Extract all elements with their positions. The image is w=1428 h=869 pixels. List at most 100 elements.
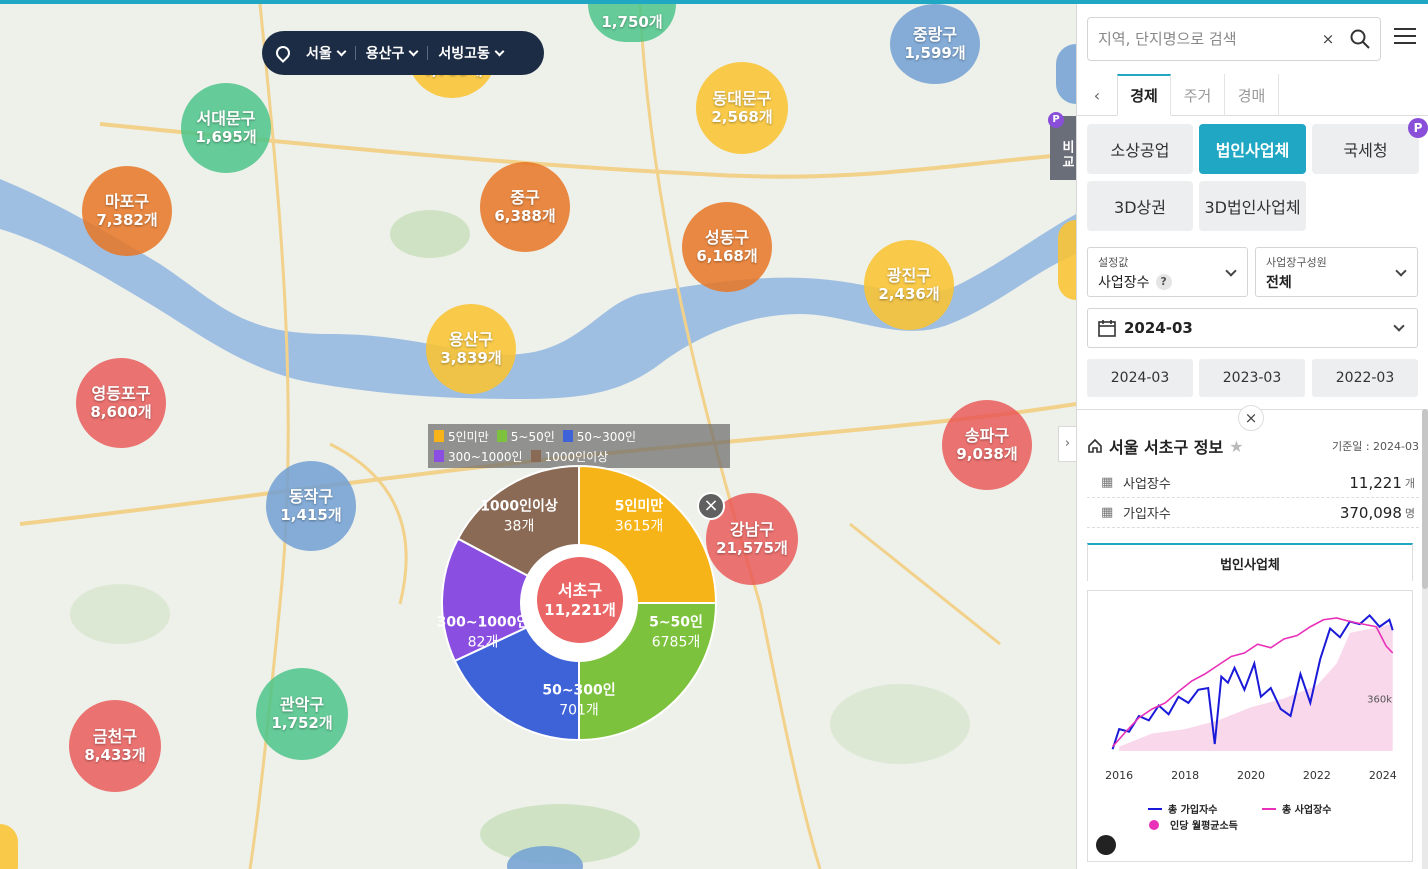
bubble-yongsan[interactable]: 용산구 3,839개	[426, 304, 516, 394]
bubble-geumcheon[interactable]: 금천구 8,433개	[69, 700, 161, 792]
segment-value: 6785개	[651, 635, 701, 651]
member-select[interactable]: 사업장구성원 전체	[1255, 247, 1418, 297]
legend-item: 5~50인	[496, 427, 555, 445]
segment-value: 38개	[503, 519, 535, 535]
premium-badge-icon: P	[1408, 118, 1428, 138]
segment-name: 5~50인	[649, 614, 703, 631]
segment-value: 82개	[467, 635, 499, 651]
search-icon[interactable]	[1350, 29, 1370, 49]
trend-chart-svg: 360k 2016 2018 2020 2022 2024 총 가입자수 총 사업장수인당 월…	[1096, 613, 1397, 855]
search-input[interactable]	[1098, 30, 1318, 48]
bubble-seodaemun[interactable]: 서대문구 1,695개	[181, 83, 271, 173]
search-box: ×	[1087, 17, 1381, 61]
legend-swatch	[530, 450, 541, 462]
tab-housing[interactable]: 주거	[1171, 74, 1225, 116]
close-donut-button[interactable]: ×	[697, 492, 725, 520]
quick-date-2024[interactable]: 2024-03	[1087, 359, 1193, 397]
info-row-subscribers: ▦ 가입자수 370,098 명	[1087, 498, 1419, 528]
collapse-panel-button[interactable]: ›	[1058, 426, 1076, 462]
setting-select[interactable]: 설정값 사업장수?	[1087, 247, 1248, 297]
x-tick-label: 2020	[1237, 769, 1265, 782]
chevron-down-icon	[1393, 320, 1405, 332]
segment-value: 701개	[559, 703, 599, 719]
bubble-songpa[interactable]: 송파구 9,038개	[942, 400, 1032, 490]
bubble-jung[interactable]: 중구 6,388개	[480, 162, 570, 252]
bubble-dongjak[interactable]: 동작구 1,415개	[266, 461, 356, 551]
donut-total: 11,221개	[544, 600, 616, 619]
bubble-mapo[interactable]: 마포구 7,382개	[82, 166, 172, 256]
chart-legend-label: 총 사업장수	[1282, 803, 1331, 816]
income-area	[1119, 624, 1393, 751]
chart-legend-label: 총 가입자수	[1168, 803, 1217, 816]
legend-item: 5인미만	[434, 427, 489, 445]
legend-item: 1000인이상	[530, 447, 608, 465]
donut-segment-label: 50~300인 701개	[542, 681, 615, 722]
chart-tab-corporate[interactable]: 법인사업체	[1087, 543, 1413, 581]
clear-icon[interactable]: ×	[1318, 29, 1338, 49]
pin-icon	[273, 43, 293, 63]
legend-item: 300~1000인	[434, 447, 523, 465]
location-district[interactable]: 용산구	[356, 43, 428, 63]
legend-swatch	[562, 430, 573, 442]
bubble-seongdong[interactable]: 성동구 6,168개	[682, 202, 772, 292]
app-root: 서대문구 1,695개 마포구 7,382개 중구 6,388개 동대문구 2,568개…	[0, 0, 1428, 869]
bubble-partial-right-1[interactable]	[1056, 44, 1076, 104]
location-city[interactable]: 서울	[296, 43, 355, 63]
segment-name: 1000인이상	[480, 498, 558, 515]
side-panel: × ‹ 경제 주거 경매 소상공업 법인사업체 국세청 P 3D상권 3D법인사…	[1076, 4, 1428, 869]
district-info: 서울 서초구 정보 ★ 기준일 : 2024-03 ▦ 사업장수 11,221 …	[1087, 434, 1419, 528]
category-3d-corporate[interactable]: 3D법인사업체	[1199, 181, 1306, 231]
info-title: 서울 서초구 정보	[1109, 438, 1224, 457]
legend-dot	[1149, 820, 1159, 830]
premium-badge-icon: P	[1048, 112, 1064, 128]
tab-auction[interactable]: 경매	[1225, 74, 1279, 116]
legend-swatch	[496, 430, 507, 442]
close-info-button[interactable]: ×	[1238, 405, 1264, 431]
bubble-gwangjin[interactable]: 광진구 2,436개	[864, 240, 954, 330]
building-icon: ▦	[1101, 475, 1114, 490]
quick-date-2022[interactable]: 2022-03	[1312, 359, 1418, 397]
location-dong[interactable]: 서빙고동	[428, 43, 513, 63]
panel-scrollbar[interactable]	[1422, 409, 1428, 869]
legend-label: 5인미만	[448, 429, 489, 444]
segment-value: 3615개	[614, 519, 664, 535]
donut-district: 서초구	[557, 580, 603, 600]
bubble-dongdaemun[interactable]: 동대문구 2,568개	[696, 62, 788, 154]
x-tick-label: 2024	[1369, 769, 1397, 782]
bubble-jungnang[interactable]: 중랑구 1,599개	[890, 4, 980, 84]
category-small-business[interactable]: 소상공업	[1087, 124, 1193, 174]
bubble-gwanak[interactable]: 관악구 1,752개	[256, 668, 348, 760]
category-3d-commercial[interactable]: 3D상권	[1087, 181, 1193, 231]
help-icon[interactable]: ?	[1155, 274, 1172, 290]
y-tick-label: 360k	[1367, 695, 1392, 706]
category-tabs: ‹ 경제 주거 경매	[1077, 74, 1428, 116]
quick-date-2023[interactable]: 2023-03	[1199, 359, 1305, 397]
category-national-tax[interactable]: 국세청	[1312, 124, 1419, 174]
map-view[interactable]: 서대문구 1,695개 마포구 7,382개 중구 6,388개 동대문구 2,568개…	[0, 4, 1076, 869]
donut-segment-label: 5인미만 3615개	[615, 497, 664, 538]
segment-name: 5인미만	[614, 498, 664, 515]
calendar-icon	[1098, 320, 1116, 337]
tab-economy[interactable]: 경제	[1117, 74, 1171, 116]
date-select[interactable]: 2024-03	[1087, 308, 1418, 348]
hamburger-menu-icon[interactable]	[1391, 23, 1419, 51]
info-base-date: 기준일 : 2024-03	[1331, 440, 1419, 453]
segment-name: 50~300인	[542, 682, 616, 699]
chevron-down-icon	[336, 46, 347, 56]
segment-name: 300~1000인	[436, 614, 530, 631]
legend-label: 50~300인	[576, 429, 637, 444]
district-donut-chart: 서초구 11,221개 5인미만 3615개 5~50인 6785개 50~300인 70…	[437, 465, 717, 741]
legend-label: 300~1000인	[448, 449, 523, 464]
size-legend: 5인미만 5~50인 50~300인 300~1000인 1000인이상	[428, 424, 730, 468]
star-icon[interactable]: ★	[1229, 437, 1243, 456]
home-icon	[1088, 438, 1102, 453]
donut-segment-label: 1000인이상 38개	[480, 497, 558, 538]
back-arrow-icon[interactable]: ‹	[1077, 74, 1117, 116]
bubble-yeongdeungpo[interactable]: 영등포구 8,600개	[76, 358, 166, 448]
legend-swatch	[434, 450, 444, 462]
info-row-businesses: ▦ 사업장수 11,221 개	[1087, 468, 1419, 498]
legend-label: 5~50인	[510, 429, 555, 444]
trend-chart: 360k 2016 2018 2020 2022 2024 총 가입자수 총 사업장수 인당 월…	[1087, 590, 1413, 862]
bubble-partial-right-2[interactable]	[1058, 220, 1076, 300]
category-corporate[interactable]: 법인사업체	[1199, 124, 1306, 174]
